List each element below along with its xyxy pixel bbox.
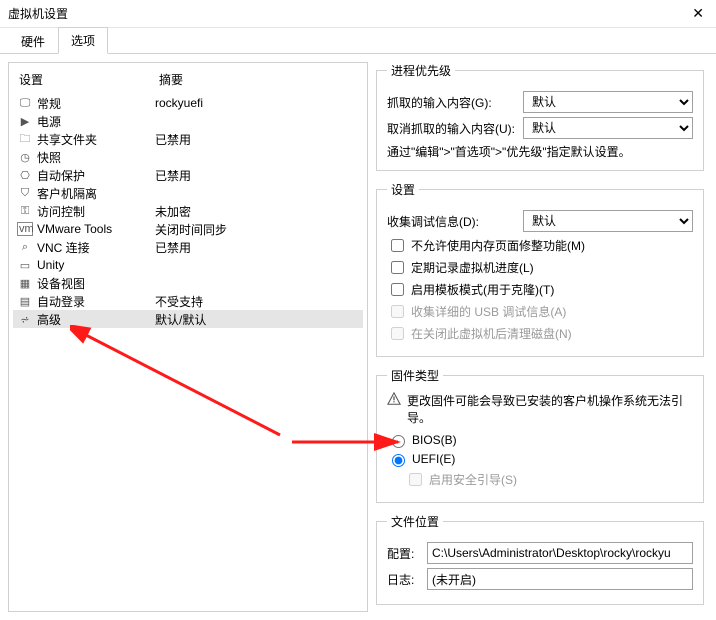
row-name: 客户机隔离 [37,185,155,202]
row-icon [17,97,33,110]
radio-uefi[interactable] [392,454,405,467]
row-name: 高级 [37,311,155,328]
row-summary: 已禁用 [155,167,359,184]
input-log[interactable] [427,568,693,590]
select-ungrabbed[interactable]: 默认 [523,117,693,139]
row-summary: rockyuefi [155,96,359,110]
input-config[interactable] [427,542,693,564]
row-name: 快照 [37,149,155,166]
list-row-0[interactable]: 常规rockyuefi [13,94,363,112]
tab-hardware[interactable]: 硬件 [8,28,58,54]
row-icon: vm [17,222,33,236]
row-icon [17,241,33,254]
list-row-12[interactable]: 高级默认/默认 [13,310,363,328]
row-name: 设备视图 [37,275,155,292]
row-icon [17,313,33,326]
label-log: 日志: [387,571,421,588]
legend-settings: 设置 [387,181,419,198]
legend-fileloc: 文件位置 [387,513,443,530]
list-row-9[interactable]: Unity [13,256,363,274]
list-row-1[interactable]: 电源 [13,112,363,130]
close-icon[interactable]: ✕ [688,5,708,22]
radio-uefi-label: UEFI(E) [412,452,455,466]
label-ungrabbed: 取消抓取的输入内容(U): [387,120,517,137]
row-name: 常规 [37,95,155,112]
legend-priority: 进程优先级 [387,62,455,79]
priority-hint: 通过"编辑">"首选项">"优先级"指定默认设置。 [387,143,693,160]
radio-bios-label: BIOS(B) [412,433,457,447]
cb-clean-label: 在关闭此虚拟机后清理磁盘(N) [411,325,572,342]
label-debug: 收集调试信息(D): [387,213,517,230]
row-icon [17,169,33,182]
group-settings: 设置 收集调试信息(D): 默认 不允许使用内存页面修整功能(M) 定期记录虚拟… [376,181,704,357]
row-summary: 已禁用 [155,131,359,148]
list-row-2[interactable]: 共享文件夹已禁用 [13,130,363,148]
list-row-11[interactable]: 自动登录不受支持 [13,292,363,310]
window-title: 虚拟机设置 [8,5,68,22]
list-row-10[interactable]: 设备视图 [13,274,363,292]
row-name: 共享文件夹 [37,131,155,148]
row-icon [17,259,33,272]
row-icon [17,130,33,149]
row-name: 访问控制 [37,203,155,220]
row-name: 自动保护 [37,167,155,184]
group-firmware: 固件类型 更改固件可能会导致已安装的客户机操作系统无法引导。 BIOS(B) U… [376,367,704,503]
settings-list-panel: 设置 摘要 常规rockyuefi电源共享文件夹已禁用快照自动保护已禁用客户机隔… [8,62,368,612]
list-row-5[interactable]: 客户机隔离 [13,184,363,202]
group-priority: 进程优先级 抓取的输入内容(G): 默认 取消抓取的输入内容(U): 默认 通过… [376,62,704,171]
row-summary: 默认/默认 [155,311,359,328]
radio-bios[interactable] [392,435,405,448]
list-row-3[interactable]: 快照 [13,148,363,166]
cb-secureboot [409,473,422,486]
firmware-warning: 更改固件可能会导致已安装的客户机操作系统无法引导。 [407,392,693,426]
row-icon [17,295,33,308]
row-name: 自动登录 [37,293,155,310]
cb-log-label: 定期记录虚拟机进度(L) [411,259,534,276]
cb-usb-label: 收集详细的 USB 调试信息(A) [411,303,566,320]
label-config: 配置: [387,545,421,562]
list-row-7[interactable]: vm VMware Tools关闭时间同步 [13,220,363,238]
row-name: 电源 [37,113,155,130]
cb-log[interactable] [391,261,404,274]
legend-firmware: 固件类型 [387,367,443,384]
tab-bar: 硬件 选项 [0,28,716,54]
row-icon [17,115,33,128]
row-icon [17,277,33,290]
select-debug[interactable]: 默认 [523,210,693,232]
cb-memtrim-label: 不允许使用内存页面修整功能(M) [411,237,585,254]
row-icon [17,205,33,218]
row-summary: 已禁用 [155,239,359,256]
label-grabbed: 抓取的输入内容(G): [387,94,517,111]
list-row-4[interactable]: 自动保护已禁用 [13,166,363,184]
row-summary: 不受支持 [155,293,359,310]
row-icon [17,187,33,200]
cb-memtrim[interactable] [391,239,404,252]
cb-usb [391,305,404,318]
warning-icon [387,392,401,406]
row-name: VNC 连接 [37,239,155,256]
row-icon [17,151,33,164]
row-name: VMware Tools [37,222,155,236]
list-header-setting: 设置 [19,71,159,88]
row-summary: 未加密 [155,203,359,220]
row-summary: 关闭时间同步 [155,221,359,238]
cb-template-label: 启用模板模式(用于克隆)(T) [411,281,554,298]
group-fileloc: 文件位置 配置: 日志: [376,513,704,605]
list-row-8[interactable]: VNC 连接已禁用 [13,238,363,256]
cb-clean [391,327,404,340]
cb-template[interactable] [391,283,404,296]
select-grabbed[interactable]: 默认 [523,91,693,113]
cb-secureboot-label: 启用安全引导(S) [429,471,517,488]
list-row-6[interactable]: 访问控制未加密 [13,202,363,220]
row-name: Unity [37,258,155,272]
list-header-summary: 摘要 [159,71,357,88]
tab-options[interactable]: 选项 [58,27,108,54]
